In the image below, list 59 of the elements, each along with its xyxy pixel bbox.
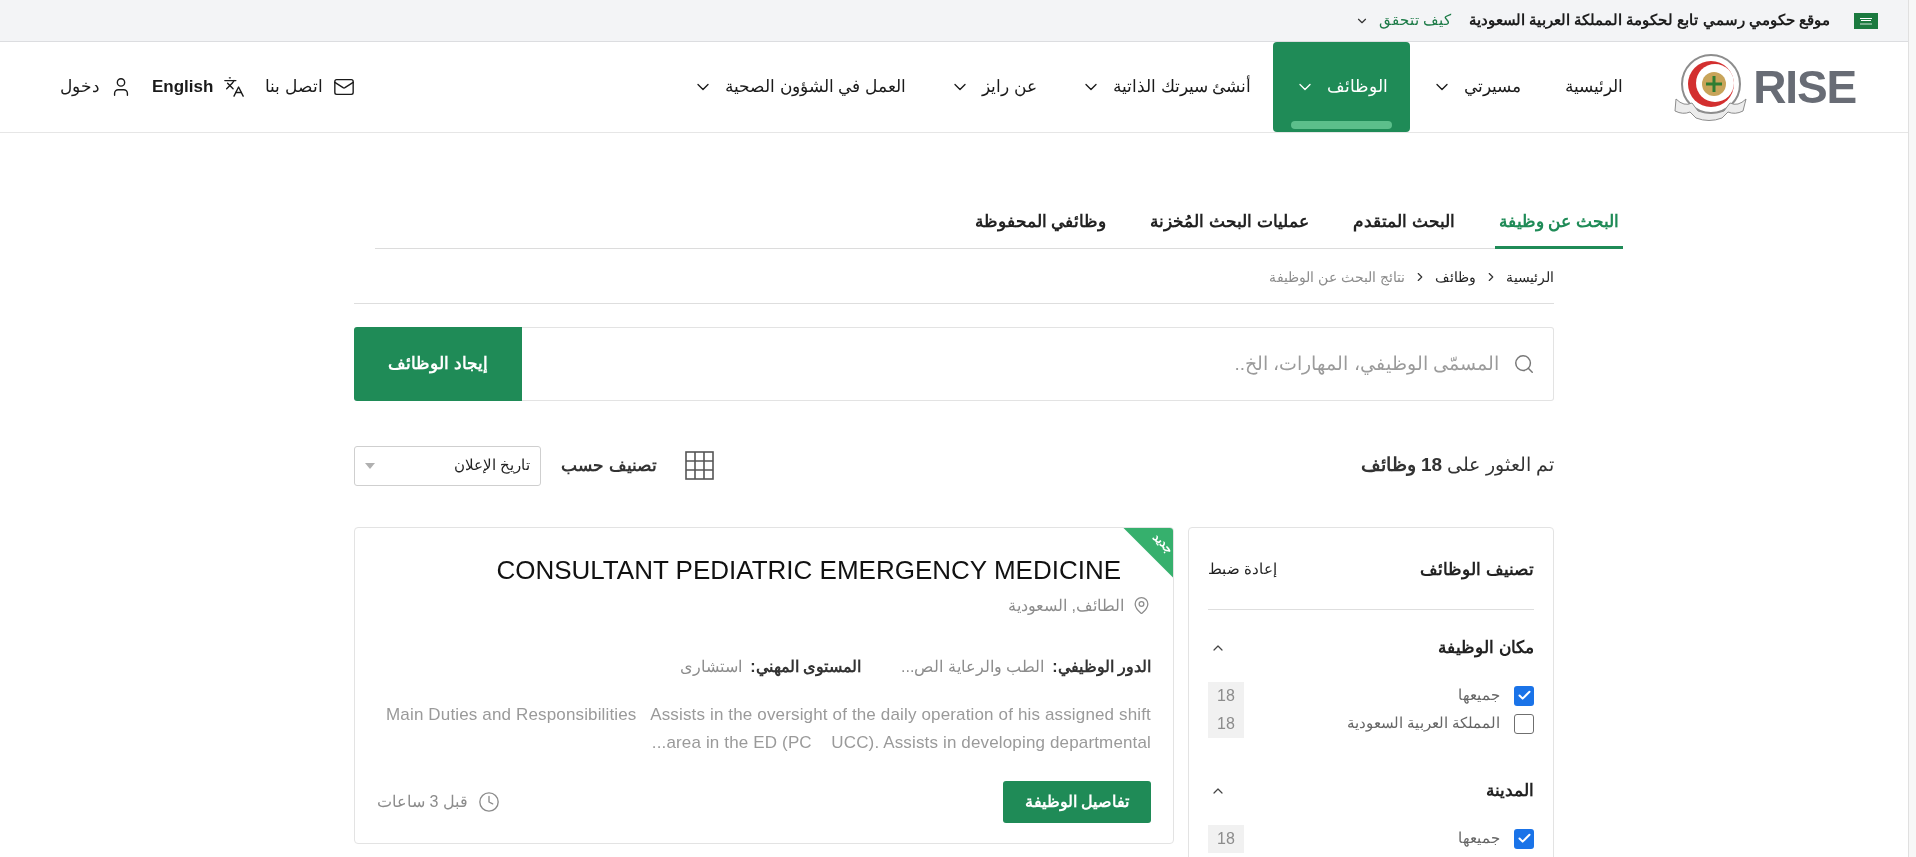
nav-item[interactable]: عن رايز <box>928 42 1059 132</box>
grid-icon[interactable] <box>684 451 714 480</box>
check-icon <box>1516 688 1532 703</box>
search-input[interactable]: المسمّى الوظيفي، المهارات، الخ.. <box>540 343 1499 384</box>
verify-link[interactable]: كيف تتحقق <box>1354 9 1451 32</box>
job-title[interactable]: CONSULTANT PEDIATRIC EMERGENCY MEDICINE <box>496 552 1121 587</box>
filter-panel-title: تصنيف الوظائف <box>1420 558 1534 582</box>
meta-value: الطب والرعاية الص... <box>901 656 1045 678</box>
clock-icon <box>477 790 500 813</box>
checkbox[interactable] <box>1514 685 1534 706</box>
breadcrumb-link[interactable]: وظائف <box>1435 266 1476 288</box>
search-icon <box>1513 352 1535 375</box>
map-pin-icon <box>1132 596 1151 615</box>
meta-label: المستوى المهني: <box>750 656 861 678</box>
meta-value: استشارى <box>680 656 743 678</box>
filter-option-label[interactable]: جميعها <box>1458 684 1500 707</box>
breadcrumb-current-page: نتائج البحث عن الوظيفة <box>1269 267 1405 288</box>
tab[interactable]: وظائفي المحفوظة <box>970 209 1111 249</box>
filter-section-title: المدينة <box>1486 779 1534 802</box>
check-icon <box>1516 831 1532 846</box>
sort-dropdown[interactable]: تاريخ الإعلان <box>354 445 541 486</box>
tab[interactable]: البحث عن وظيفة <box>1494 209 1623 249</box>
nav-item[interactable]: الرئيسية <box>1543 42 1646 132</box>
reset-link[interactable]: إعادة ضبط <box>1208 558 1278 581</box>
filter-section-title: مكان الوظيفة <box>1438 636 1534 660</box>
search-field[interactable]: المسمّى الوظيفي، المهارات، الخ.. <box>522 326 1554 401</box>
job-location: الطائف, السعودية <box>1008 595 1124 617</box>
nav-item[interactable]: أنشئ سيرتك الذاتية <box>1058 42 1274 132</box>
tab[interactable]: البحث المتقدم <box>1348 209 1459 249</box>
translate-icon <box>223 76 246 98</box>
new-badge: جديد <box>1123 527 1173 578</box>
logo[interactable]: RISE <box>1673 42 1856 132</box>
results-count: تم العثور على 18 وظائف <box>1360 453 1554 478</box>
header-link[interactable]: اتصل بنا <box>265 74 356 100</box>
job-details-button[interactable]: تفاصيل الوظيفة <box>1002 780 1151 823</box>
filter-count: 18 <box>1208 709 1244 738</box>
sort-label: تصنيف حسب <box>561 454 657 477</box>
posted-time: قبل 3 ساعات <box>377 791 468 812</box>
filter-count: 18 <box>1208 681 1244 710</box>
breadcrumb-link[interactable]: الرئيسية <box>1506 266 1554 288</box>
header-link[interactable]: دخول <box>60 74 132 100</box>
mail-icon <box>333 76 356 98</box>
tab[interactable]: عمليات البحث المُخزنة <box>1146 209 1313 249</box>
nav-item[interactable]: الوظائف <box>1273 42 1411 132</box>
checkbox[interactable] <box>1514 828 1534 849</box>
nav-item[interactable]: العمل في الشؤون الصحية <box>670 42 929 132</box>
logo-emblem-icon <box>1673 53 1750 121</box>
nav-item[interactable]: مسيرتي <box>1410 42 1544 132</box>
checkbox[interactable] <box>1514 713 1534 734</box>
filter-count: 18 <box>1208 824 1244 853</box>
job-description: Main Duties and Responsibilities Assists in the oversight of the daily operation of his assigned shift area in the ED (PC UCC). Assists in developing departmental... <box>385 703 1151 754</box>
caret-down-icon <box>365 462 375 469</box>
meta-label: الدور الوظيفي: <box>1052 656 1151 678</box>
filter-option-label[interactable]: المملكة العربية السعودية <box>1346 712 1500 735</box>
header-link[interactable]: English <box>152 74 246 100</box>
filter-option-label[interactable]: جميعها <box>1458 827 1500 850</box>
gov-banner-text: موقع حكومي رسمي تابع لحكومة المملكة العربية السعودية <box>1468 10 1830 32</box>
find-jobs-button[interactable]: إيجاد الوظائف <box>354 326 522 401</box>
flag-icon <box>1854 12 1878 29</box>
